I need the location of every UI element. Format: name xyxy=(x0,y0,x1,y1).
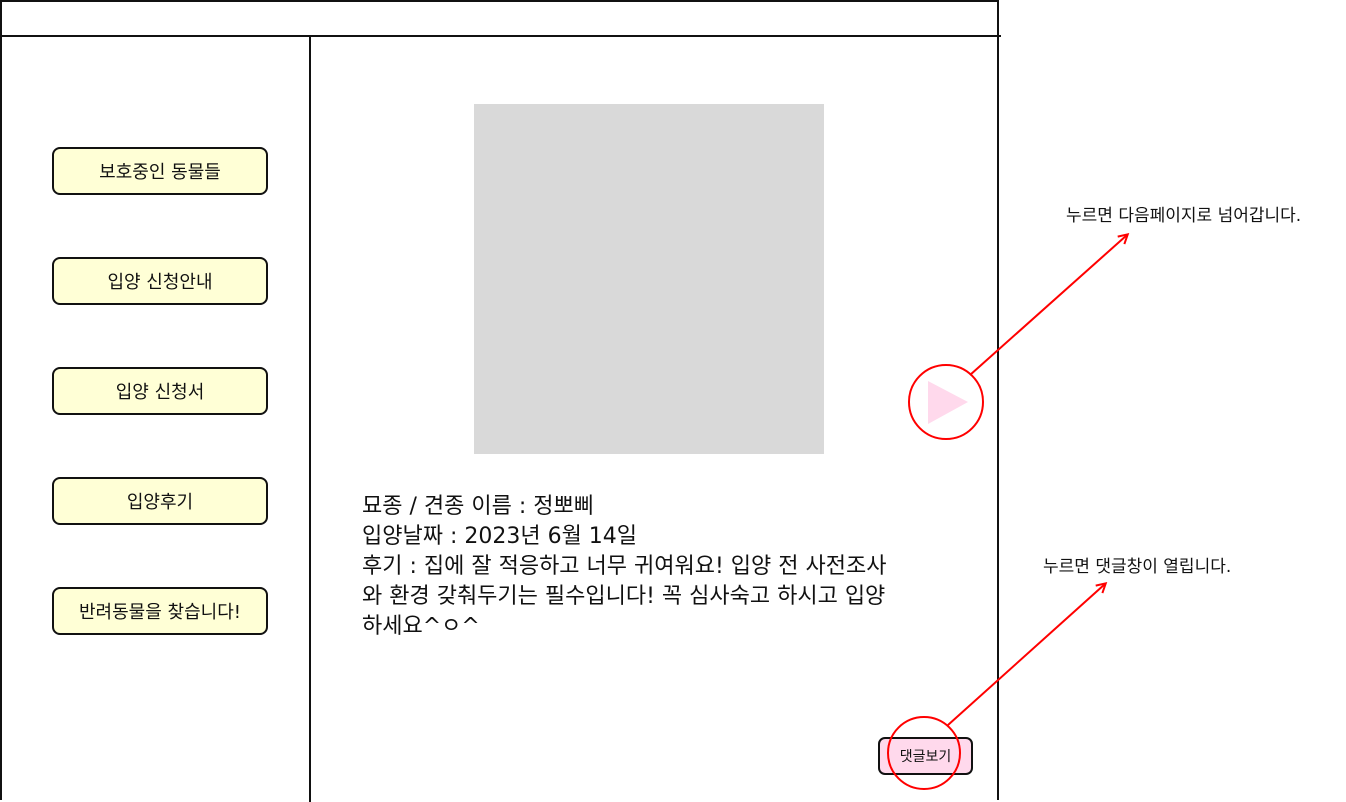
next-page-button[interactable] xyxy=(908,364,984,440)
main-content: 묘종 / 견종 이름 : 정뽀삐 입양날짜 : 2023년 6월 14일 후기 … xyxy=(311,36,1001,802)
sidebar-item-adoption-form[interactable]: 입양 신청서 xyxy=(52,367,268,415)
sidebar-item-adoption-reviews[interactable]: 입양후기 xyxy=(52,477,268,525)
sidebar-item-protected-animals[interactable]: 보호중인 동물들 xyxy=(52,147,268,195)
review-text-line: 하세요^ㅇ^ xyxy=(362,614,480,639)
comment-annotation: 누르면 댓글창이 열립니다. xyxy=(1043,557,1232,577)
sidebar-item-label: 입양후기 xyxy=(126,492,194,513)
top-header-bar xyxy=(2,2,1001,37)
app-window: 보호중인 동물들 입양 신청안내 입양 신청서 입양후기 반려동물을 찾습니다!… xyxy=(0,0,1001,802)
next-page-annotation: 누르면 다음페이지로 넘어갑니다. xyxy=(1066,206,1302,226)
adoption-date: 입양날짜 : 2023년 6월 14일 xyxy=(362,524,638,549)
pet-photo-placeholder xyxy=(474,104,824,454)
review-text-line: 와 환경 갖춰두기는 필수입니다! 꼭 심사숙고 하시고 입양 xyxy=(362,584,886,609)
sidebar: 보호중인 동물들 입양 신청안내 입양 신청서 입양후기 반려동물을 찾습니다! xyxy=(2,36,311,802)
sidebar-item-label: 반려동물을 찾습니다! xyxy=(79,602,241,623)
sidebar-item-label: 입양 신청안내 xyxy=(107,272,213,293)
view-comments-button[interactable]: 댓글보기 xyxy=(878,737,973,775)
sidebar-item-label: 입양 신청서 xyxy=(115,382,205,403)
sidebar-item-adoption-guide[interactable]: 입양 신청안내 xyxy=(52,257,268,305)
view-comments-label: 댓글보기 xyxy=(899,749,952,765)
sidebar-item-find-pet[interactable]: 반려동물을 찾습니다! xyxy=(52,587,268,635)
review-text-line: 후기 : 집에 잘 적응하고 너무 귀여워요! 입양 전 사전조사 xyxy=(362,554,887,579)
pet-breed-name: 묘종 / 견종 이름 : 정뽀삐 xyxy=(362,494,594,519)
review-info: 묘종 / 견종 이름 : 정뽀삐 입양날짜 : 2023년 6월 14일 후기 … xyxy=(362,492,962,642)
sidebar-item-label: 보호중인 동물들 xyxy=(99,162,221,183)
